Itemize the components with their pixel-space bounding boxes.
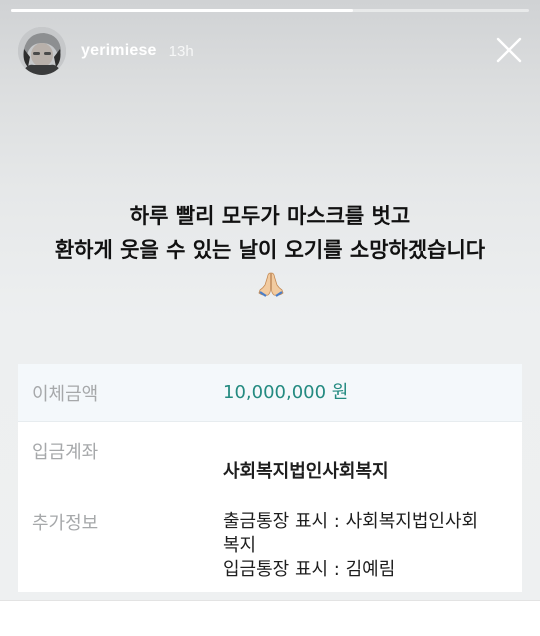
story-progress-fill	[11, 9, 353, 12]
close-button[interactable]	[494, 35, 524, 65]
message-bar[interactable]	[0, 600, 540, 636]
story-header: yerimiese 13h	[18, 27, 528, 75]
extra-info-line-1: 출금통장 표시 : 사회복지법인사회	[223, 511, 479, 532]
close-icon	[496, 37, 522, 63]
transfer-receipt: 이체금액 10,000,000 원 입금계좌 사회복지법인사회복지 추가정보 출…	[18, 364, 522, 592]
extra-info-label: 추가정보	[32, 513, 99, 534]
story-progress-bar	[11, 9, 529, 12]
account-label: 입금계좌	[32, 442, 99, 463]
username[interactable]: yerimiese	[81, 42, 157, 60]
amount-label: 이체금액	[32, 384, 99, 405]
caption-line-2: 환하게 웃을 수 있는 날이 오기를 소망하겠습니다	[54, 238, 486, 262]
amount-value: 10,000,000 원	[223, 382, 349, 403]
avatar[interactable]	[18, 27, 66, 75]
caption-line-1: 하루 빨리 모두가 마스크를 벗고	[129, 204, 411, 228]
account-value: 사회복지법인사회복지	[223, 461, 389, 482]
timestamp: 13h	[168, 42, 194, 60]
extra-info-line-2: 복지	[223, 535, 257, 556]
extra-info-line-3: 입금통장 표시 : 김예림	[223, 559, 396, 580]
extra-info-value: 출금통장 표시 : 사회복지법인사회 복지 입금통장 표시 : 김예림	[223, 510, 478, 582]
folded-hands-icon	[258, 272, 284, 297]
story-caption: 하루 빨리 모두가 마스크를 벗고 환하게 웃을 수 있는 날이 오기를 소망하…	[0, 199, 540, 267]
